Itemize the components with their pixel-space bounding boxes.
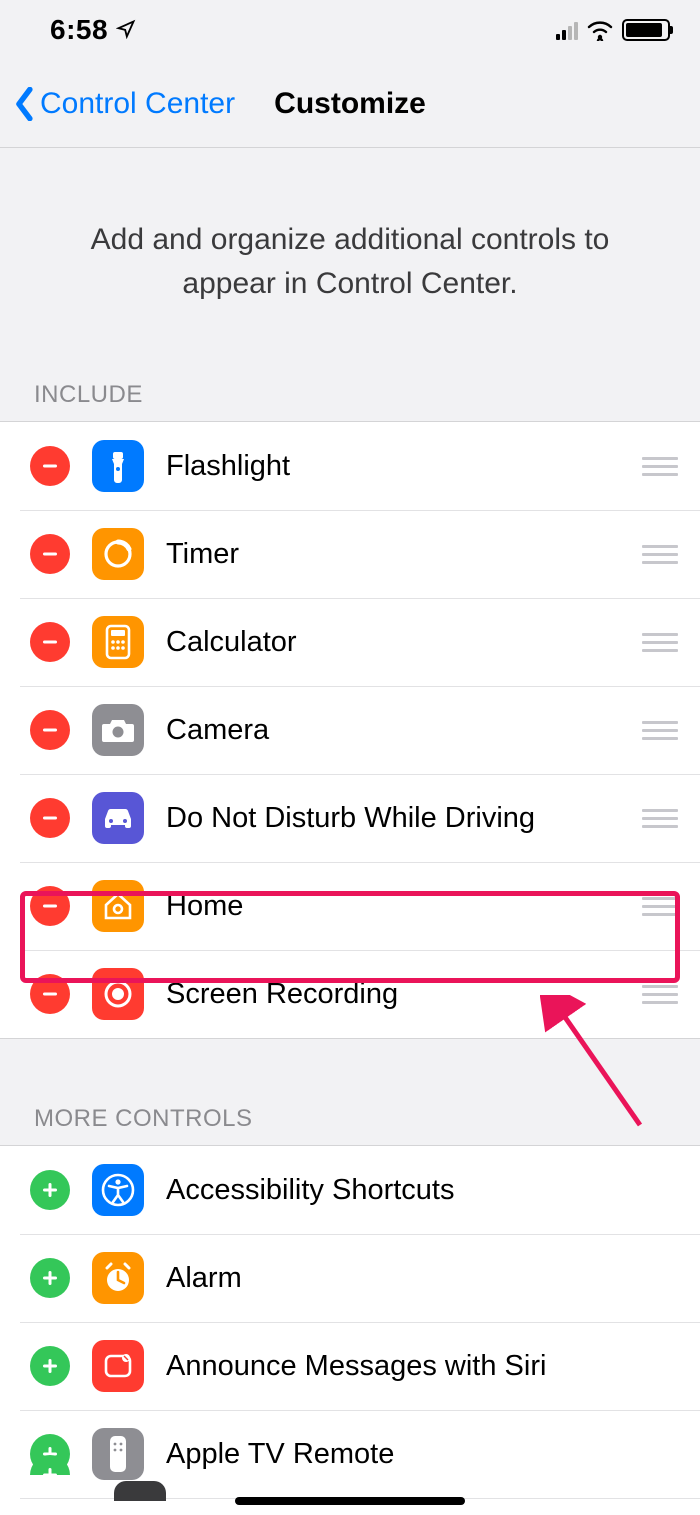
camera-icon xyxy=(92,704,144,756)
status-time: 6:58 xyxy=(50,14,108,46)
accessibility-icon xyxy=(92,1164,144,1216)
list-item[interactable]: Alarm xyxy=(0,1234,700,1322)
row-label: Flashlight xyxy=(166,450,640,483)
remove-button[interactable] xyxy=(30,886,70,926)
list-item[interactable]: Camera xyxy=(0,686,700,774)
nav-bar: Control Center Customize xyxy=(0,60,700,148)
remote-icon xyxy=(92,1428,144,1480)
remove-button[interactable] xyxy=(30,710,70,750)
section-header-include: INCLUDE xyxy=(0,381,700,421)
row-label: Camera xyxy=(166,714,640,747)
row-label: Apple TV Remote xyxy=(166,1438,680,1471)
row-label: Do Not Disturb While Driving xyxy=(166,802,640,835)
drag-handle[interactable] xyxy=(640,809,680,828)
drag-handle[interactable] xyxy=(640,545,680,564)
drag-handle[interactable] xyxy=(640,457,680,476)
flashlight-icon xyxy=(92,440,144,492)
status-right xyxy=(556,19,670,41)
drag-handle[interactable] xyxy=(640,721,680,740)
row-label: Accessibility Shortcuts xyxy=(166,1174,680,1207)
status-left: 6:58 xyxy=(50,14,136,46)
calculator-icon xyxy=(92,616,144,668)
battery-icon xyxy=(622,19,670,41)
remove-button[interactable] xyxy=(30,446,70,486)
add-button[interactable] xyxy=(30,1170,70,1210)
partial-add-button[interactable] xyxy=(30,1455,70,1495)
record-icon xyxy=(92,968,144,1020)
list-item[interactable]: Timer xyxy=(0,510,700,598)
back-label: Control Center xyxy=(40,87,235,121)
row-label: Home xyxy=(166,890,640,923)
chevron-left-icon xyxy=(14,87,36,121)
cellular-icon xyxy=(556,20,578,40)
more-list: Accessibility Shortcuts Alarm Announce M… xyxy=(0,1145,700,1515)
drag-handle[interactable] xyxy=(640,633,680,652)
list-item[interactable]: Accessibility Shortcuts xyxy=(0,1146,700,1234)
drag-handle[interactable] xyxy=(640,985,680,1004)
nav-title: Customize xyxy=(274,87,426,121)
row-label: Alarm xyxy=(166,1262,680,1295)
alarm-icon xyxy=(92,1252,144,1304)
home-indicator[interactable] xyxy=(235,1497,465,1505)
remove-button[interactable] xyxy=(30,798,70,838)
row-label: Timer xyxy=(166,538,640,571)
list-item-screen-recording[interactable]: Screen Recording xyxy=(0,950,700,1038)
status-bar: 6:58 xyxy=(0,0,700,60)
list-item[interactable]: Do Not Disturb While Driving xyxy=(0,774,700,862)
include-list: Flashlight Timer Calculator xyxy=(0,421,700,1039)
announce-icon xyxy=(92,1340,144,1392)
section-header-more: MORE CONTROLS xyxy=(0,1105,700,1145)
remove-button[interactable] xyxy=(30,622,70,662)
add-button[interactable] xyxy=(30,1346,70,1386)
partial-row-icon xyxy=(92,1481,166,1501)
row-label: Announce Messages with Siri xyxy=(166,1350,680,1383)
wifi-icon xyxy=(586,19,614,41)
timer-icon xyxy=(92,528,144,580)
list-item[interactable]: Flashlight xyxy=(0,422,700,510)
remove-button[interactable] xyxy=(30,974,70,1014)
home-icon xyxy=(92,880,144,932)
add-button[interactable] xyxy=(30,1258,70,1298)
list-item[interactable]: Announce Messages with Siri xyxy=(0,1322,700,1410)
back-button[interactable]: Control Center xyxy=(0,87,235,121)
location-icon xyxy=(116,14,136,46)
row-label: Calculator xyxy=(166,626,640,659)
list-item[interactable]: Home xyxy=(0,862,700,950)
remove-button[interactable] xyxy=(30,534,70,574)
row-label: Screen Recording xyxy=(166,978,640,1011)
drag-handle[interactable] xyxy=(640,897,680,916)
screen: 6:58 Control Center Customize Add and or… xyxy=(0,0,700,1515)
description-text: Add and organize additional controls to … xyxy=(0,148,700,375)
car-icon xyxy=(92,792,144,844)
list-item[interactable]: Calculator xyxy=(0,598,700,686)
